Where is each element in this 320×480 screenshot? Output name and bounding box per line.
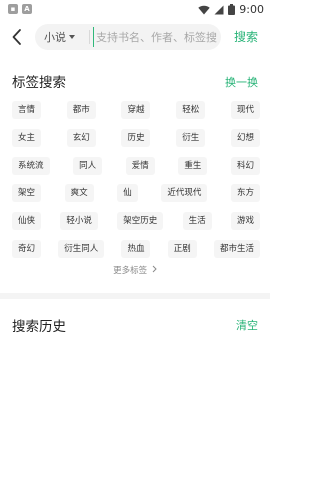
- refresh-tags-button[interactable]: 换一换: [225, 74, 258, 90]
- tag-chip[interactable]: 游戏: [230, 212, 260, 231]
- tag-row: 仙侠 轻小说 架空历史 生活 游戏: [12, 211, 260, 233]
- tag-chip[interactable]: 仙: [117, 184, 138, 203]
- tag-section-title: 标签搜索: [12, 75, 66, 91]
- more-tags-link[interactable]: 更多标签: [0, 264, 270, 276]
- tag-chip[interactable]: 爽文: [64, 184, 94, 203]
- tag-chip[interactable]: 幻想: [230, 128, 260, 147]
- battery-icon: [228, 4, 236, 15]
- tag-chip[interactable]: 重生: [178, 156, 208, 175]
- tag-chip[interactable]: 现代: [230, 101, 260, 119]
- tag-chip[interactable]: 言情: [12, 101, 42, 119]
- tag-chip[interactable]: 东方: [230, 184, 260, 203]
- search-input[interactable]: [93, 27, 217, 47]
- tag-chip[interactable]: 轻松: [176, 101, 206, 119]
- tag-chip[interactable]: 轻小说: [60, 212, 98, 231]
- tag-chip[interactable]: 系统流: [12, 156, 50, 175]
- tag-chip[interactable]: 架空: [12, 184, 42, 203]
- search-header: 小说 搜索: [0, 24, 270, 50]
- tag-chip[interactable]: 热血: [121, 239, 151, 258]
- tag-row: 架空 爽文 仙 近代现代 东方: [12, 183, 260, 205]
- tag-chip[interactable]: 奇幻: [12, 239, 42, 258]
- tag-chip[interactable]: 历史: [121, 128, 151, 147]
- tag-chip[interactable]: 穿越: [121, 101, 151, 119]
- wifi-icon: [198, 5, 210, 14]
- notification-box-icon: ▪: [8, 4, 18, 14]
- tag-chip[interactable]: 近代现代: [161, 184, 208, 203]
- tag-chip[interactable]: 衍生同人: [58, 239, 105, 258]
- clear-history-button[interactable]: 清空: [236, 317, 258, 333]
- tag-row: 言情 都市 穿越 轻松 现代: [12, 100, 260, 122]
- tag-chip[interactable]: 女主: [12, 128, 42, 147]
- tag-chip[interactable]: 都市: [66, 101, 96, 119]
- history-section-title: 搜索历史: [12, 319, 66, 335]
- signal-icon: [214, 5, 224, 14]
- tag-row: 系统流 同人 爱情 重生 科幻: [12, 156, 260, 178]
- caret-down-icon: [69, 35, 75, 39]
- tag-row: 奇幻 衍生同人 热血 正剧 都市生活: [12, 239, 260, 261]
- search-box: 小说: [35, 24, 221, 50]
- tag-chip[interactable]: 正剧: [167, 239, 197, 258]
- tag-row: 女主 玄幻 历史 衍生 幻想: [12, 128, 260, 150]
- search-type-dropdown[interactable]: 小说: [44, 24, 75, 50]
- search-divider: [89, 30, 90, 44]
- tag-grid: 言情 都市 穿越 轻松 现代 女主 玄幻 历史 衍生 幻想 系统流 同人 爱情 …: [12, 100, 260, 267]
- back-arrow-icon[interactable]: [10, 27, 24, 47]
- a-box-icon: A: [22, 4, 32, 14]
- section-divider: [0, 293, 270, 299]
- chevron-right-icon: [152, 265, 157, 273]
- tag-chip[interactable]: 都市生活: [213, 239, 260, 258]
- tag-chip[interactable]: 仙侠: [12, 212, 42, 231]
- tag-chip[interactable]: 同人: [73, 156, 103, 175]
- tag-chip[interactable]: 科幻: [230, 156, 260, 175]
- tag-chip[interactable]: 爱情: [125, 156, 155, 175]
- more-tags-label: 更多标签: [113, 266, 148, 276]
- clock: 9:00: [239, 3, 264, 16]
- tag-chip[interactable]: 架空历史: [117, 212, 164, 231]
- tag-chip[interactable]: 玄幻: [66, 128, 96, 147]
- search-button[interactable]: 搜索: [234, 28, 258, 45]
- tag-chip[interactable]: 衍生: [176, 128, 206, 147]
- tag-chip[interactable]: 生活: [182, 212, 212, 231]
- status-bar: ▪ A 9:00: [0, 0, 270, 20]
- search-type-label: 小说: [44, 31, 66, 44]
